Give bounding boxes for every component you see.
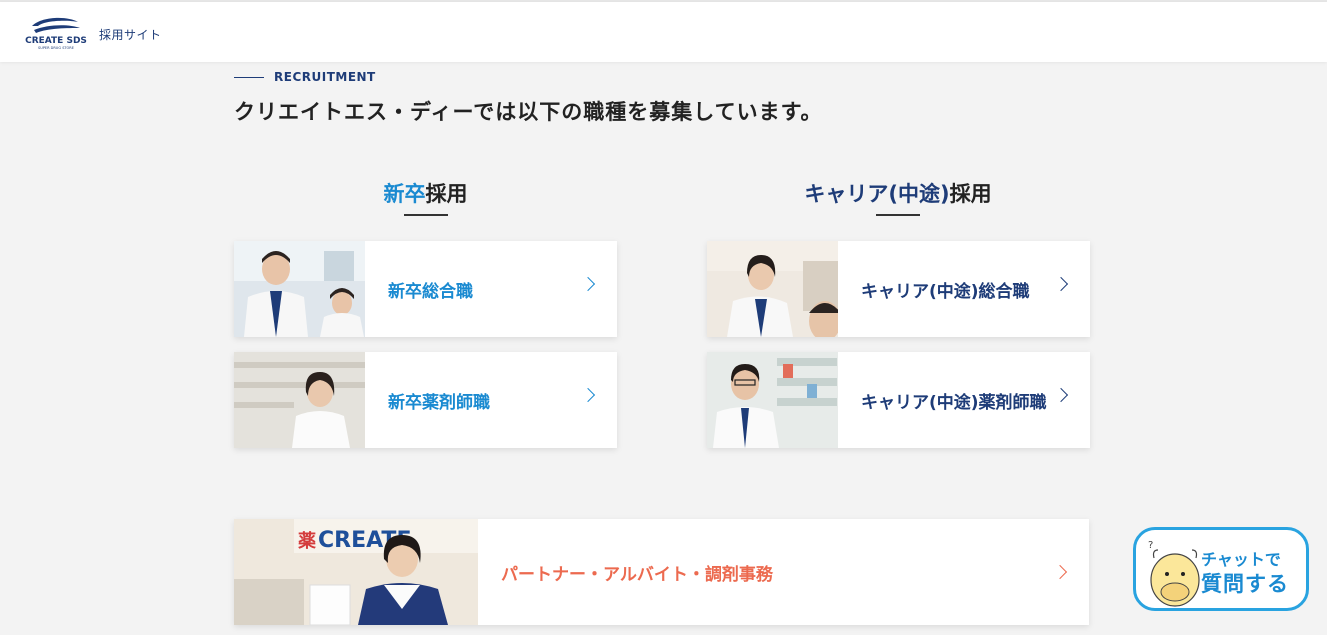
new-grad-title-accent: 新卒 [383,182,426,206]
card-label: キャリア(中途)総合職 [861,281,1030,302]
mascot-icon: ? [1148,540,1200,607]
svg-text:SUPER DRUG STORE: SUPER DRUG STORE [38,46,74,50]
site-name[interactable]: 採用サイト [99,26,162,43]
card-partner-part-time[interactable]: CREATE 薬 パートナー・アルバイト・調剤事務 [234,519,1089,625]
chat-text-line2: 質問する [1201,572,1289,596]
card-career-pharmacist[interactable]: キャリア(中途)薬剤師職 [707,352,1090,448]
chat-text-line1: チャットで [1201,550,1281,569]
title-underline [403,214,448,216]
card-label: パートナー・アルバイト・調剤事務 [501,564,773,585]
card-new-grad-pharmacist[interactable]: 新卒薬剤師職 [234,352,617,448]
title-underline [876,214,920,216]
card-new-grad-general[interactable]: 新卒総合職 [234,241,617,337]
svg-text:?: ? [1148,540,1153,551]
career-title-rest: 採用 [949,182,992,206]
card-label: 新卒薬剤師職 [388,392,490,413]
photo-male-pharmacist [707,352,838,448]
card-label: キャリア(中途)薬剤師職 [861,392,1047,413]
chat-widget-button[interactable]: ? チャットで 質問する [1133,527,1309,611]
card-career-general[interactable]: キャリア(中途)総合職 [707,241,1090,337]
site-header: CREATE SDS SUPER DRUG STORE 採用サイト [0,2,1327,62]
career-title: キャリア(中途)採用 [707,178,1089,216]
create-sds-logo[interactable]: CREATE SDS SUPER DRUG STORE [24,14,88,50]
card-label: 新卒総合職 [388,281,473,302]
new-grad-title-rest: 採用 [425,182,468,206]
photo-pharmacist-smiling [234,352,365,448]
section-eyebrow: RECRUITMENT [234,70,376,84]
photo-store-staff: CREATE 薬 [234,519,478,625]
photo-staff-with-customer [707,241,838,337]
svg-text:薬: 薬 [298,531,316,552]
photo-staff-smiling [234,241,365,337]
career-title-accent: キャリア(中途) [804,182,950,206]
new-grad-title: 新卒採用 [234,178,617,216]
svg-text:CREATE SDS: CREATE SDS [25,36,87,46]
section-lead: クリエイトエス・ディーでは以下の職種を募集しています。 [234,100,823,124]
eyebrow-text: RECRUITMENT [274,70,376,84]
eyebrow-line [234,76,264,78]
